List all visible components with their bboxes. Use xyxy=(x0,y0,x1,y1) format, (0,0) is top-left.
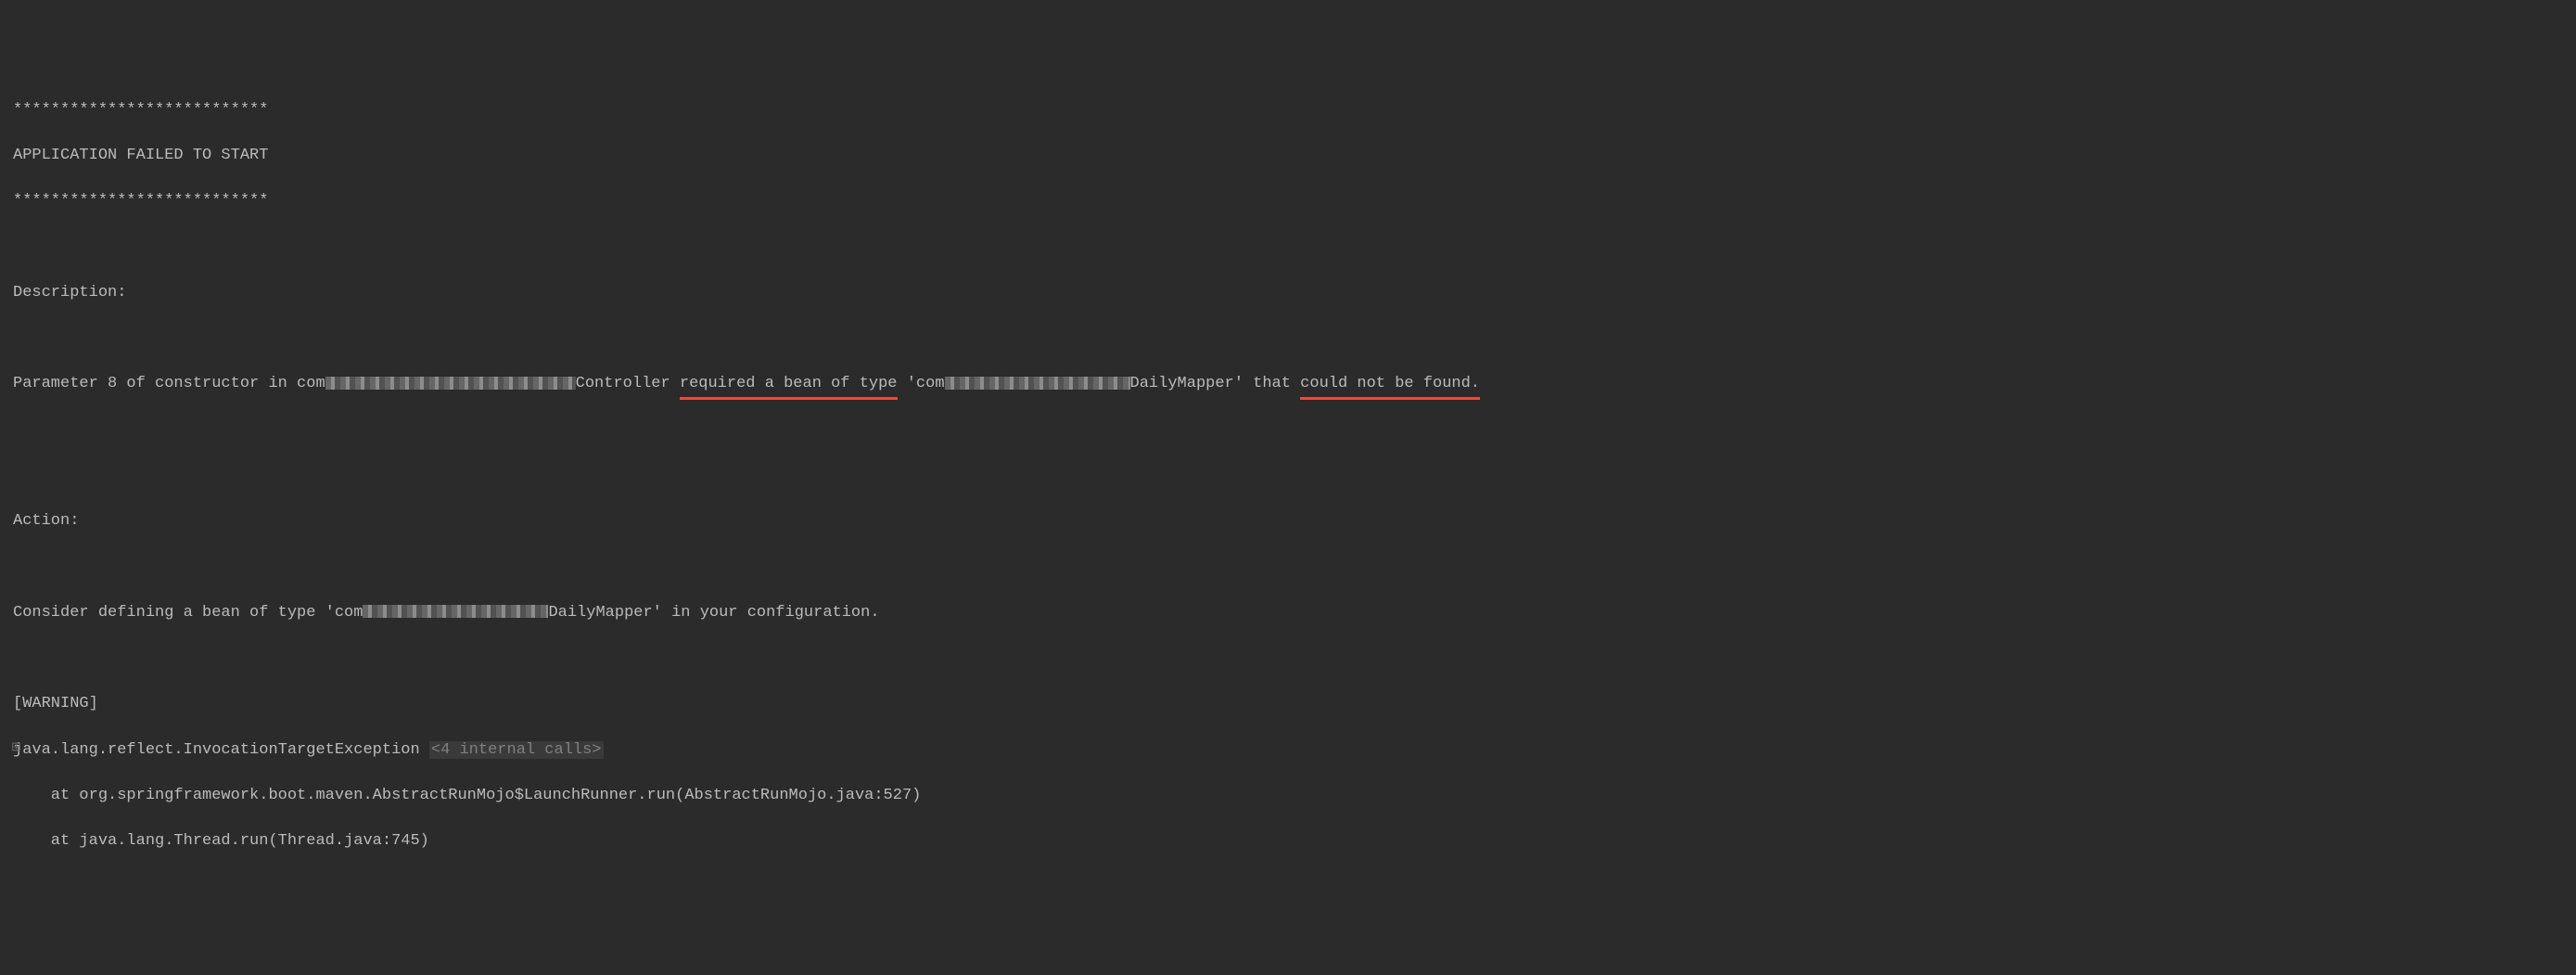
consider-line: Consider defining a bean of type 'com Dai… xyxy=(13,602,2563,625)
blank-line xyxy=(13,327,2563,351)
stack-trace-line: at java.lang.Thread.run(Thread.java:745) xyxy=(13,830,2563,853)
text-segment: DailyMapper' that xyxy=(1130,375,1301,392)
action-label: Action: xyxy=(13,510,2563,533)
text-segment: Parameter 8 of constructor in com xyxy=(13,375,325,392)
text-segment: 'com xyxy=(898,375,945,392)
text-segment: DailyMapper' in your configuration. xyxy=(548,604,879,622)
highlighted-phrase: required a bean of type xyxy=(680,375,898,392)
red-underline xyxy=(1300,397,1480,400)
internal-calls-badge[interactable]: <4 internal calls> xyxy=(429,741,604,759)
divider-line: *************************** xyxy=(13,99,2563,122)
expand-icon[interactable]: ⊞ xyxy=(11,739,21,757)
description-label: Description: xyxy=(13,282,2563,305)
blank-line xyxy=(13,419,2563,443)
text-segment: required a bean of type xyxy=(680,375,898,392)
text-segment: could not be found. xyxy=(1300,375,1480,392)
redacted-text xyxy=(363,605,548,618)
blank-line xyxy=(13,465,2563,488)
warning-label: [WARNING] xyxy=(13,693,2563,716)
blank-line xyxy=(13,556,2563,579)
text-segment: java.lang.reflect.InvocationTargetExcept… xyxy=(13,741,429,759)
app-failed-title: APPLICATION FAILED TO START xyxy=(13,145,2563,168)
redacted-text xyxy=(945,377,1130,390)
red-underline xyxy=(680,397,898,400)
highlighted-phrase: could not be found. xyxy=(1300,375,1480,392)
blank-line xyxy=(13,236,2563,259)
exception-line: ⊞java.lang.reflect.InvocationTargetExcep… xyxy=(13,739,2563,763)
text-segment: Controller xyxy=(576,375,680,392)
divider-line: *************************** xyxy=(13,190,2563,213)
text-segment: Consider defining a bean of type 'com xyxy=(13,604,363,622)
blank-line xyxy=(13,648,2563,671)
stack-trace-line: at org.springframework.boot.maven.Abstra… xyxy=(13,785,2563,808)
parameter-error-line: Parameter 8 of constructor in com Control… xyxy=(13,373,2563,396)
redacted-text xyxy=(325,377,576,390)
